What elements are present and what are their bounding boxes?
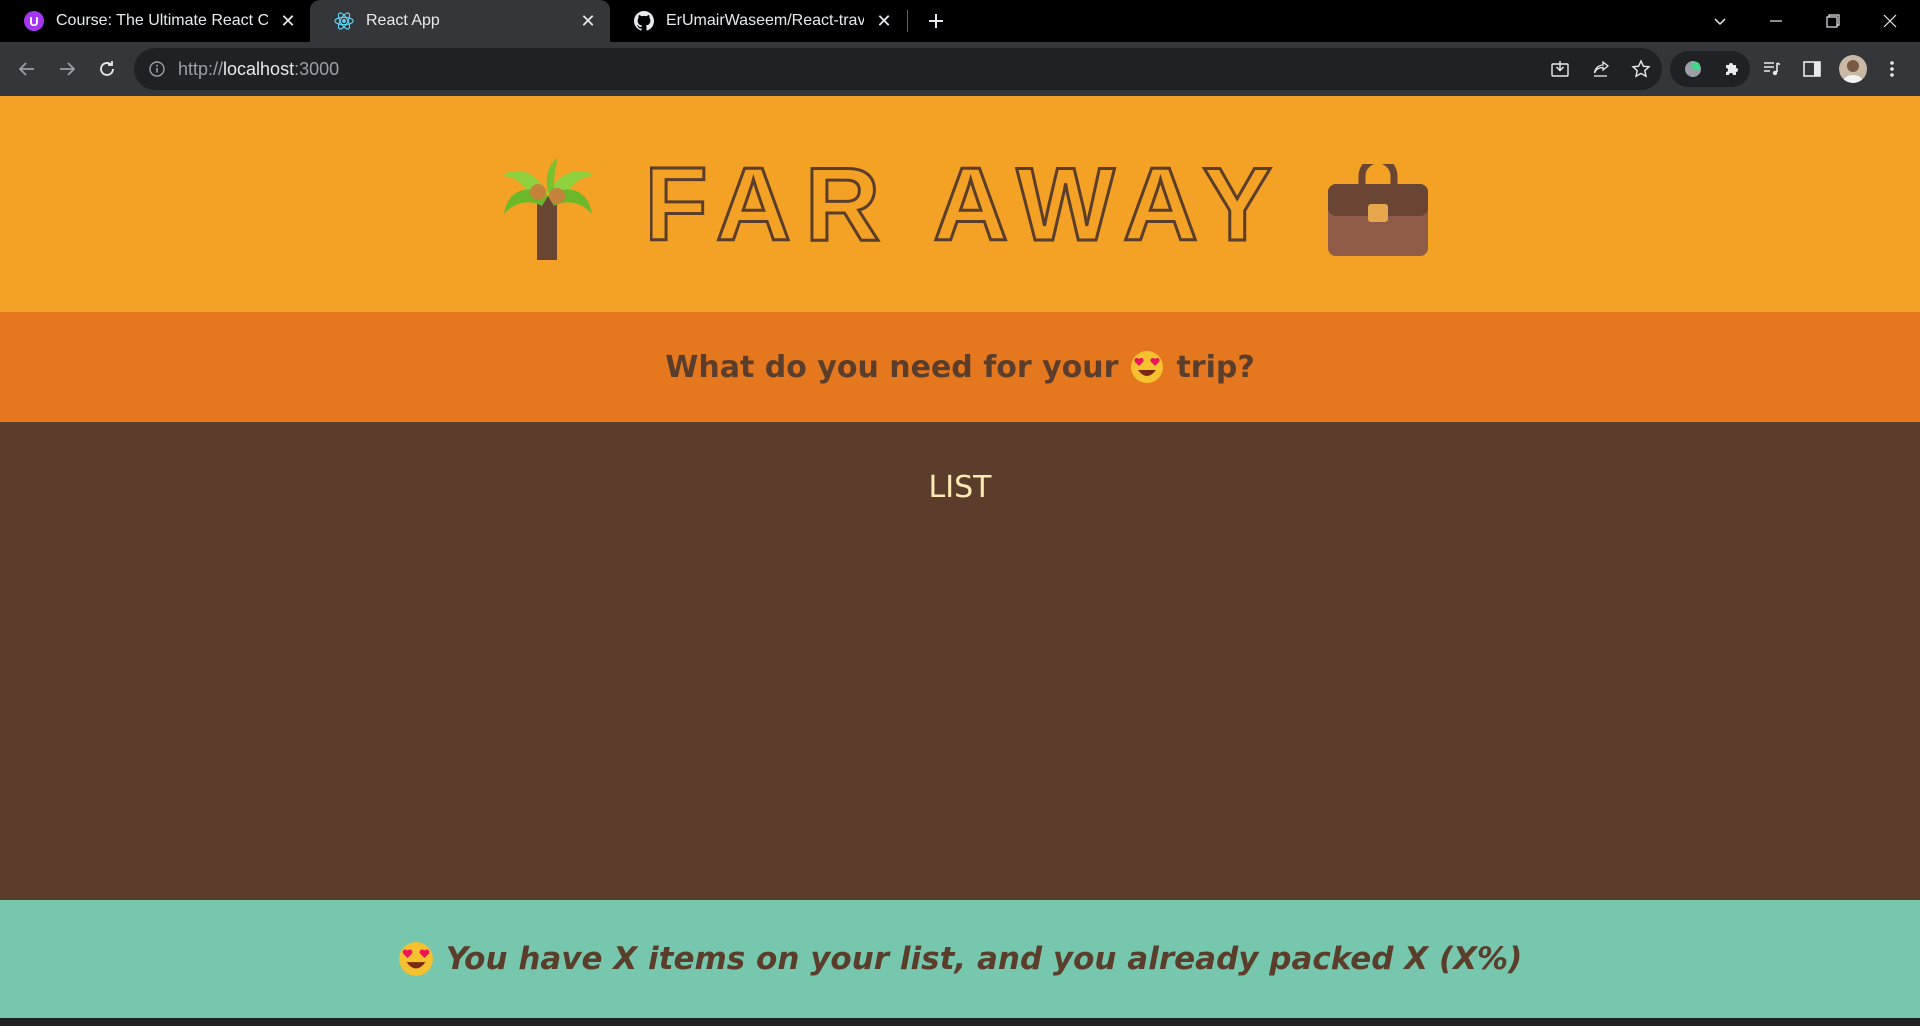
side-panel-button[interactable] <box>1798 55 1826 83</box>
tab-github-repo[interactable]: ErUmairWaseem/React-travel-lis ✕ <box>610 0 906 42</box>
restore-button[interactable] <box>1805 0 1861 42</box>
puzzle-icon <box>1726 63 1738 75</box>
more-vert-icon <box>1890 61 1894 77</box>
minimize-icon <box>1770 20 1782 22</box>
site-info-icon[interactable] <box>147 59 167 79</box>
bookmark-button[interactable] <box>1629 57 1653 81</box>
stats-footer: You have X items on your list, and you a… <box>0 900 1920 1018</box>
palm-tree-icon <box>502 158 594 260</box>
page-bottom-edge <box>0 1018 1920 1026</box>
url-scheme: http:// <box>178 59 224 79</box>
packing-list: LIST <box>0 422 1920 898</box>
app-title: FAR AWAY <box>650 154 1280 254</box>
tab-react-app[interactable]: React App ✕ <box>310 0 610 42</box>
browser-menu-button[interactable] <box>1878 55 1906 83</box>
close-icon <box>1883 14 1897 28</box>
install-app-button[interactable] <box>1548 57 1572 81</box>
list-heading: LIST <box>928 470 992 505</box>
profile-avatar[interactable] <box>1839 55 1867 83</box>
url-text: http://localhost:3000 <box>178 59 339 80</box>
browser-toolbar: http://localhost:3000 <box>0 42 1920 96</box>
close-tab-icon[interactable]: ✕ <box>576 9 600 33</box>
web-page: FAR AWAY What do you need for your trip?… <box>0 96 1920 1026</box>
app-header: FAR AWAY <box>0 96 1920 312</box>
udemy-icon: U <box>24 11 44 31</box>
reload-button[interactable] <box>91 53 123 85</box>
chevron-down-icon <box>1714 18 1726 26</box>
heart-eyes-icon <box>1131 351 1164 383</box>
tab-search-button[interactable] <box>1692 0 1748 42</box>
form-question-end: trip? <box>1176 349 1255 385</box>
share-button[interactable] <box>1589 57 1613 81</box>
media-controls-button[interactable] <box>1758 55 1786 83</box>
app-title-text: FAR AWAY <box>650 154 1280 254</box>
form-question: What do you need for your trip? <box>665 350 1254 385</box>
share-icon <box>1593 60 1610 77</box>
arrow-right-icon <box>60 62 76 76</box>
close-tab-icon[interactable]: ✕ <box>276 9 300 33</box>
stats-message: You have X items on your list, and you a… <box>398 941 1523 977</box>
tab-udemy-course[interactable]: U Course: The Ultimate React Cour ✕ <box>0 0 310 42</box>
arrow-left-icon <box>18 62 34 76</box>
back-button[interactable] <box>11 53 43 85</box>
tab-label: React App <box>366 12 440 29</box>
tab-strip: U Course: The Ultimate React Cour ✕ Reac… <box>0 0 1920 42</box>
close-window-button[interactable] <box>1862 0 1918 42</box>
extensions-button[interactable] <box>1718 55 1746 83</box>
address-bar[interactable]: http://localhost:3000 <box>134 48 1662 90</box>
briefcase-icon <box>1328 164 1428 256</box>
queue-music-icon <box>1764 62 1781 76</box>
extension-globe-icon <box>1685 61 1701 77</box>
add-item-form: What do you need for your trip? <box>0 312 1920 422</box>
tab-separator <box>907 10 908 32</box>
tab-label: ErUmairWaseem/React-travel-lis <box>666 12 864 29</box>
plus-icon <box>929 14 943 28</box>
reload-icon <box>100 61 114 76</box>
restore-icon <box>1826 14 1840 28</box>
github-icon <box>634 11 654 31</box>
forward-button[interactable] <box>51 53 83 85</box>
side-panel-icon <box>1803 61 1821 77</box>
react-icon <box>334 11 354 31</box>
url-port: :3000 <box>294 59 340 79</box>
close-tab-icon[interactable]: ✕ <box>872 9 896 33</box>
star-icon <box>1631 59 1651 78</box>
heart-eyes-icon <box>398 942 433 976</box>
form-question-start: What do you need for your <box>665 349 1119 385</box>
url-host: localhost <box>223 59 295 79</box>
extension-button[interactable] <box>1679 55 1707 83</box>
new-tab-button[interactable] <box>921 6 951 36</box>
stats-text: You have X items on your list, and you a… <box>445 941 1523 977</box>
install-icon <box>1551 61 1569 77</box>
minimize-button[interactable] <box>1748 0 1804 42</box>
svg-text:U: U <box>29 14 38 29</box>
tab-label: Course: The Ultimate React Cour <box>56 12 268 29</box>
